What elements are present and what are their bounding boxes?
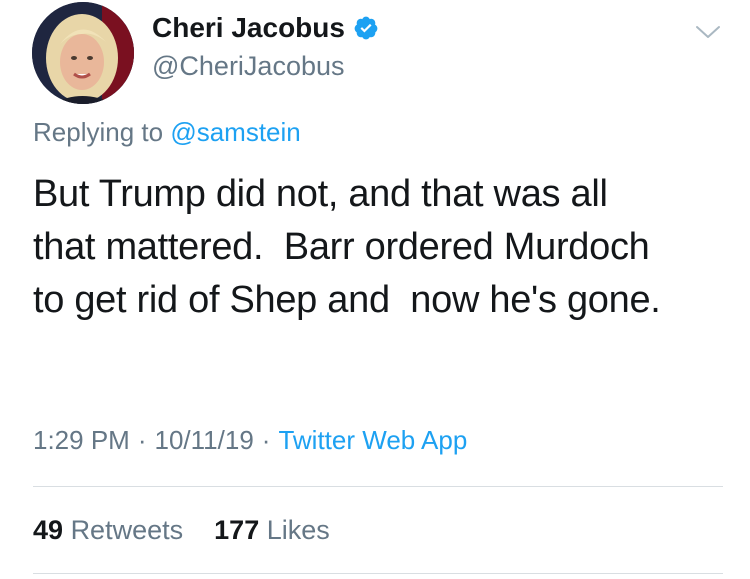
retweets-stat[interactable]: 49 Retweets	[33, 515, 191, 545]
replying-prefix: Replying to	[33, 117, 164, 147]
meta-separator: ·	[137, 425, 147, 455]
replying-to: Replying to @samstein	[33, 117, 301, 148]
chevron-down-icon[interactable]	[694, 22, 722, 42]
reply-mention-link[interactable]: @samstein	[170, 117, 300, 147]
divider	[33, 486, 723, 487]
display-name[interactable]: Cheri Jacobus	[152, 12, 379, 44]
likes-stat[interactable]: 177 Likes	[214, 515, 330, 545]
divider	[33, 573, 723, 574]
display-name-text: Cheri Jacobus	[152, 12, 345, 43]
meta-separator: ·	[261, 425, 271, 455]
tweet-text-line: to get rid of Shep and now he's gone.	[33, 279, 661, 321]
tweet-text: But Trump did not, and that was all that…	[33, 168, 723, 327]
tweet-date[interactable]: 10/11/19	[155, 425, 254, 455]
likes-count: 177	[214, 515, 260, 545]
tweet-text-line: But Trump did not, and that was all	[33, 173, 608, 215]
retweets-count: 49	[33, 515, 64, 545]
tweet-meta: 1:29 PM · 10/11/19 · Twitter Web App	[33, 425, 467, 456]
likes-label: Likes	[266, 515, 330, 545]
tweet-time[interactable]: 1:29 PM	[33, 425, 130, 455]
verified-badge-icon	[353, 15, 379, 41]
tweet-stats: 49 Retweets 177 Likes	[33, 515, 330, 546]
user-handle[interactable]: @CheriJacobus	[152, 51, 345, 82]
retweets-label: Retweets	[70, 515, 184, 545]
avatar-image	[32, 2, 134, 104]
tweet-text-line: that mattered. Barr ordered Murdoch	[33, 226, 650, 268]
avatar[interactable]	[32, 2, 134, 104]
tweet-source-link[interactable]: Twitter Web App	[278, 425, 467, 455]
